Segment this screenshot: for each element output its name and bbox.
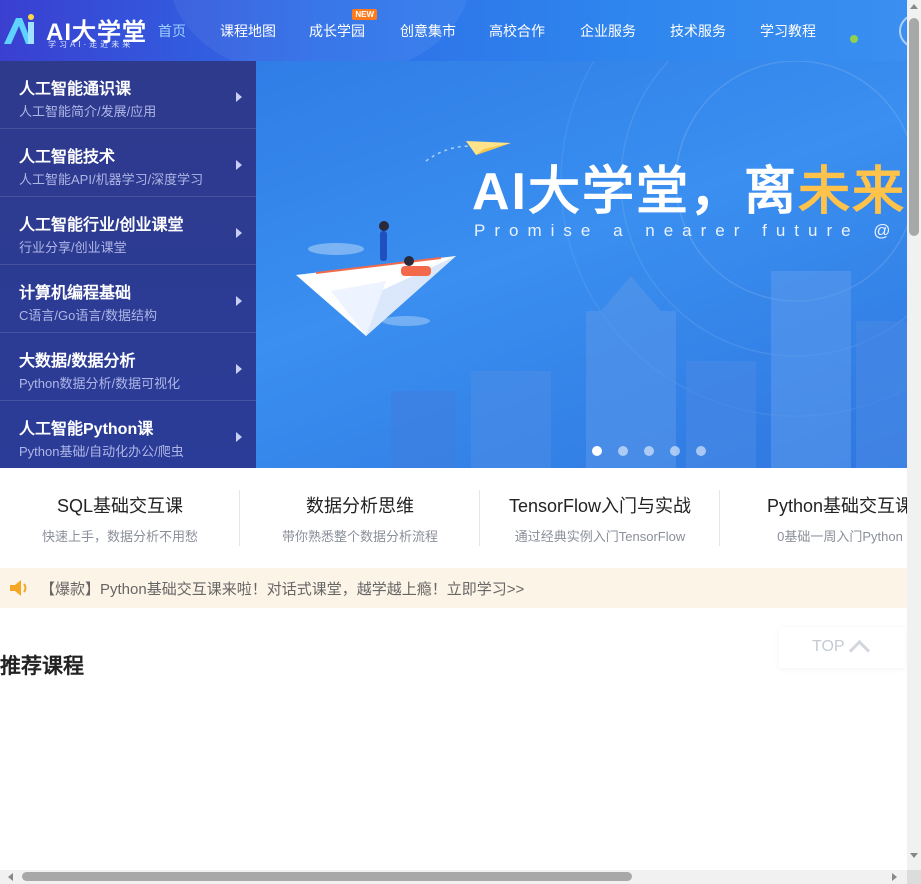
chevron-right-icon [236, 296, 242, 306]
sidebar-item-title: 计算机编程基础 [19, 285, 132, 302]
sidebar-item-title: 人工智能行业/创业课堂 [19, 217, 184, 234]
logo-slogan: 学习AI·走近未来 [48, 40, 134, 49]
site-logo[interactable]: AI大学堂 学习AI·走近未来 [2, 8, 152, 52]
sidebar-item-sub: Python数据分析/数据可视化 [19, 376, 181, 391]
back-to-top-button[interactable]: TOP [779, 627, 905, 668]
decor-dot [850, 35, 858, 43]
carousel-dot[interactable] [592, 446, 602, 456]
sidebar-item-sub: 人工智能API/机器学习/深度学习 [19, 172, 204, 187]
banner-subtitle: Promise a nearer future @ [474, 221, 900, 240]
vertical-scrollbar[interactable] [907, 0, 921, 870]
nav-creative-market[interactable]: 创意集市 [400, 21, 456, 41]
banner-illustration [296, 61, 907, 468]
horizontal-scroll-thumb[interactable] [22, 872, 632, 881]
chevron-right-icon [236, 92, 242, 102]
sidebar-item-programming[interactable]: 计算机编程基础 C语言/Go语言/数据结构 [0, 265, 256, 333]
category-sidebar: 人工智能通识课 人工智能简介/发展/应用 人工智能技术 人工智能API/机器学习… [0, 61, 256, 468]
sidebar-item-sub: 人工智能简介/发展/应用 [19, 104, 157, 119]
sidebar-item-title: 人工智能通识课 [19, 81, 132, 98]
quick-course-title: TensorFlow入门与实战 [508, 496, 692, 516]
quick-course-sub: 通过经典实例入门TensorFlow [514, 529, 686, 544]
carousel-dot[interactable] [670, 446, 680, 456]
sidebar-item-ai-industry[interactable]: 人工智能行业/创业课堂 行业分享/创业课堂 [0, 197, 256, 265]
quick-course-data-thinking[interactable]: 数据分析思维 带你熟悉整个数据分析流程 [240, 492, 480, 545]
nav-course-map[interactable]: 课程地图 [220, 21, 276, 41]
scroll-down-arrow-icon[interactable] [910, 853, 918, 858]
sidebar-item-ai-general[interactable]: 人工智能通识课 人工智能简介/发展/应用 [0, 61, 256, 129]
quick-course-sub: 快速上手，数据分析不用愁 [41, 529, 198, 544]
sidebar-item-title: 人工智能Python课 [19, 421, 154, 438]
quick-course-sub: 0基础一周入门Python [777, 529, 903, 544]
hero-banner[interactable]: AI大学堂，离未来 Promise a nearer future @ [256, 61, 907, 468]
sidebar-item-sub: Python基础/自动化办公/爬虫 [19, 444, 184, 459]
quick-course-strip: SQL基础交互课 快速上手，数据分析不用愁 数据分析思维 带你熟悉整个数据分析流… [0, 470, 907, 560]
quick-course-sql[interactable]: SQL基础交互课 快速上手，数据分析不用愁 [0, 492, 240, 545]
logo-mark-icon [4, 14, 34, 44]
chevron-right-icon [236, 364, 242, 374]
scrollbar-corner [907, 870, 921, 884]
quick-course-python[interactable]: Python基础交互课 0基础一周入门Python [720, 492, 907, 545]
sidebar-item-big-data[interactable]: 大数据/数据分析 Python数据分析/数据可视化 [0, 333, 256, 401]
recommended-title: 推荐课程 [0, 655, 84, 678]
sidebar-item-python[interactable]: 人工智能Python课 Python基础/自动化办公/爬虫 [0, 401, 256, 468]
quick-course-tensorflow[interactable]: TensorFlow入门与实战 通过经典实例入门TensorFlow [480, 492, 720, 545]
banner-title: AI大学堂，离未来 [472, 149, 906, 224]
top-header: AI大学堂 学习AI·走近未来 首页 课程地图 成长学园 NEW 创意集市 高校… [0, 0, 907, 61]
quick-course-sub: 带你熟悉整个数据分析流程 [281, 529, 438, 544]
banner-title-main: AI大学堂，离 [472, 163, 799, 221]
sidebar-item-sub: C语言/Go语言/数据结构 [19, 308, 157, 323]
vertical-scroll-thumb[interactable] [909, 18, 919, 236]
chevron-right-icon [236, 432, 242, 442]
scroll-right-arrow-icon[interactable] [892, 873, 897, 881]
carousel-dot[interactable] [618, 446, 628, 456]
sidebar-item-sub: 行业分享/创业课堂 [19, 240, 127, 255]
notice-link[interactable]: 【爆款】Python基础交互课来啦！对话式课堂，越学越上瘾！立即学习>> [40, 578, 524, 599]
sidebar-item-title: 大数据/数据分析 [19, 353, 136, 370]
quick-course-title: Python基础交互课 [766, 496, 907, 516]
quick-course-title: 数据分析思维 [306, 496, 414, 516]
new-badge: NEW [352, 9, 377, 20]
quick-course-title: SQL基础交互课 [56, 496, 184, 516]
nav-tutorials[interactable]: 学习教程 [760, 21, 816, 41]
chevron-right-icon [236, 228, 242, 238]
nav-university-cooperation[interactable]: 高校合作 [489, 21, 545, 41]
chevron-right-icon [236, 160, 242, 170]
speaker-icon [10, 580, 27, 596]
scroll-left-arrow-icon[interactable] [8, 873, 13, 881]
carousel-dot[interactable] [644, 446, 654, 456]
nav-growth-academy-label: 成长学园 [309, 23, 365, 39]
user-avatar-ring[interactable] [899, 14, 907, 48]
nav-home[interactable]: 首页 [158, 21, 186, 41]
banner-title-highlight: 未来 [798, 163, 907, 221]
horizontal-scrollbar[interactable] [0, 870, 907, 884]
back-to-top-label: TOP [812, 638, 845, 655]
sidebar-item-ai-tech[interactable]: 人工智能技术 人工智能API/机器学习/深度学习 [0, 129, 256, 197]
sidebar-item-title: 人工智能技术 [19, 149, 116, 166]
nav-tech-service[interactable]: 技术服务 [670, 21, 726, 41]
scroll-up-arrow-icon[interactable] [910, 4, 918, 9]
chevron-up-icon [848, 639, 871, 662]
nav-growth-academy[interactable]: 成长学园 NEW [309, 9, 377, 41]
carousel-dot[interactable] [696, 446, 706, 456]
notice-bar: 【爆款】Python基础交互课来啦！对话式课堂，越学越上瘾！立即学习>> [0, 568, 907, 608]
nav-enterprise-service[interactable]: 企业服务 [580, 21, 636, 41]
